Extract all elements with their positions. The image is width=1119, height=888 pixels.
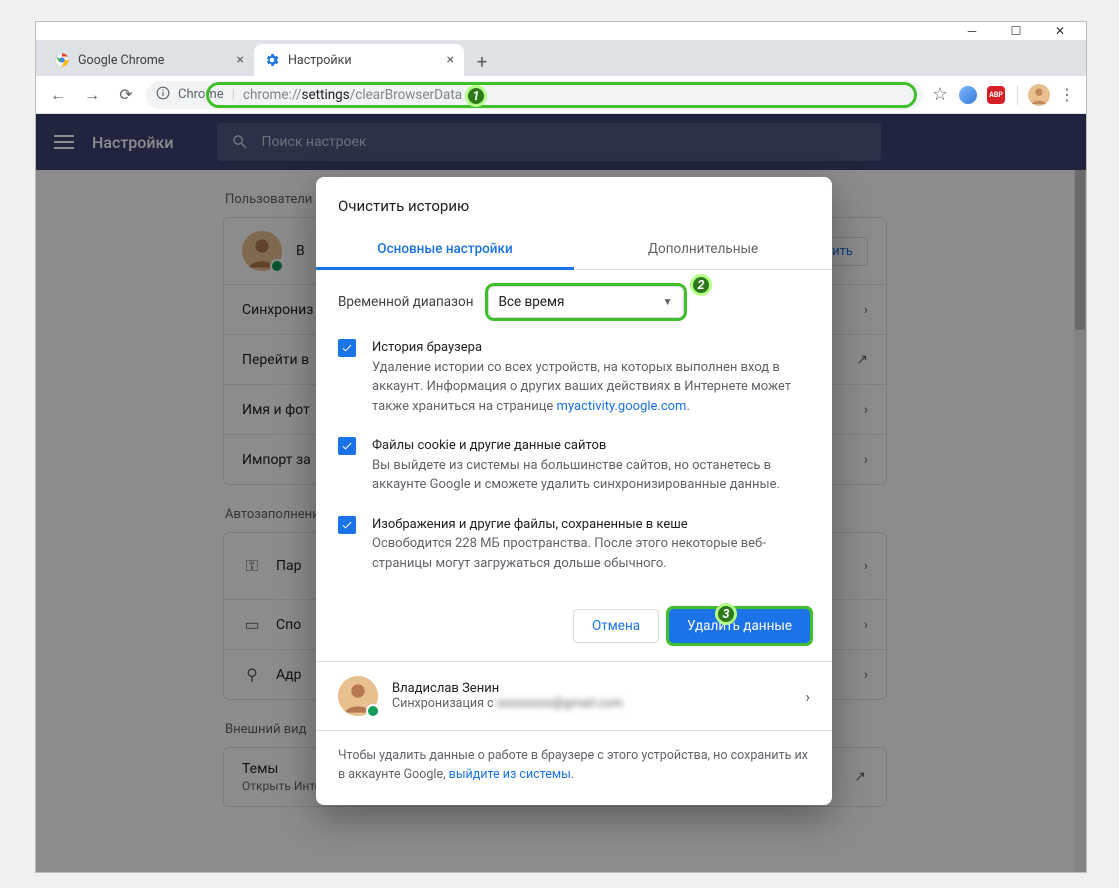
checkbox-checked-icon[interactable] xyxy=(338,516,356,534)
delete-data-button[interactable]: Удалить данные xyxy=(669,609,810,643)
dropdown-triangle-icon: ▼ xyxy=(663,297,673,308)
close-tab-icon[interactable]: × xyxy=(237,52,244,68)
maximize-button[interactable]: ☐ xyxy=(994,22,1038,40)
option-cookies[interactable]: Файлы cookie и другие данные сайтов Вы в… xyxy=(338,436,810,495)
dialog-tabs: Основные настройки Дополнительные xyxy=(316,229,832,270)
time-range-label: Временной диапазон xyxy=(338,294,474,310)
dialog-footer: Чтобы удалить данные о работе в браузере… xyxy=(316,730,832,805)
site-info-icon[interactable] xyxy=(156,86,170,104)
close-tab-icon[interactable]: × xyxy=(447,52,454,68)
synced-user-row[interactable]: Владислав Зенин Синхронизация с xxxxxxxx… xyxy=(316,661,832,730)
annotation-badge-1: 1 xyxy=(465,85,487,107)
myactivity-link[interactable]: myactivity.google.com xyxy=(557,399,687,414)
extension-abp-icon[interactable]: ABP xyxy=(985,84,1007,106)
tab-title: Google Chrome xyxy=(78,53,164,68)
menu-button[interactable]: ⋮ xyxy=(1056,84,1078,106)
signout-link[interactable]: выйдите из системы xyxy=(449,767,571,782)
tabstrip: Google Chrome × Настройки × + xyxy=(36,40,1086,76)
address-bar[interactable]: Chrome | chrome://settings/clearBrowserD… xyxy=(146,81,923,109)
dialog-title: Очистить историю xyxy=(316,177,832,229)
separator xyxy=(1017,85,1018,105)
sync-badge-icon xyxy=(366,704,380,718)
forward-button[interactable]: → xyxy=(78,81,106,109)
gear-icon xyxy=(264,52,280,68)
clear-history-dialog: Очистить историю Основные настройки Допо… xyxy=(316,177,832,805)
checkbox-checked-icon[interactable] xyxy=(338,437,356,455)
time-range-select[interactable]: Все время ▼ xyxy=(488,286,684,318)
url-text: chrome://settings/clearBrowserData xyxy=(243,87,462,103)
close-button[interactable]: ✕ xyxy=(1038,22,1082,40)
tab-basic[interactable]: Основные настройки xyxy=(316,229,574,269)
back-button[interactable]: ← xyxy=(44,81,72,109)
annotation-badge-2: 2 xyxy=(690,274,712,296)
profile-avatar[interactable] xyxy=(1028,84,1050,106)
option-history[interactable]: История браузера Удаление истории со все… xyxy=(338,338,810,416)
browser-window: ─ ☐ ✕ Google Chrome × Настройки × + ← → … xyxy=(35,21,1087,873)
reload-button[interactable]: ⟳ xyxy=(112,81,140,109)
annotation-badge-3: 3 xyxy=(715,603,737,625)
tab-settings[interactable]: Настройки × xyxy=(254,44,464,76)
chrome-icon xyxy=(54,52,70,68)
security-label: Chrome xyxy=(178,87,224,102)
chevron-right-icon: › xyxy=(805,687,810,706)
window-titlebar: ─ ☐ ✕ xyxy=(36,22,1086,40)
minimize-button[interactable]: ─ xyxy=(950,22,994,40)
extension-yandex-icon[interactable] xyxy=(957,84,979,106)
option-cache[interactable]: Изображения и другие файлы, сохраненные … xyxy=(338,515,810,574)
tab-advanced[interactable]: Дополнительные xyxy=(574,229,832,269)
cancel-button[interactable]: Отмена xyxy=(573,609,659,643)
checkbox-checked-icon[interactable] xyxy=(338,339,356,357)
content-area: Настройки Поиск настроек Пользователи В … xyxy=(36,114,1086,872)
tab-title: Настройки xyxy=(288,53,352,68)
toolbar: ← → ⟳ Chrome | chrome://settings/clearBr… xyxy=(36,76,1086,114)
new-tab-button[interactable]: + xyxy=(468,48,496,76)
bookmark-star-icon[interactable]: ☆ xyxy=(929,84,951,106)
tab-chrome[interactable]: Google Chrome × xyxy=(44,44,254,76)
user-name: Владислав Зенин xyxy=(392,681,623,696)
